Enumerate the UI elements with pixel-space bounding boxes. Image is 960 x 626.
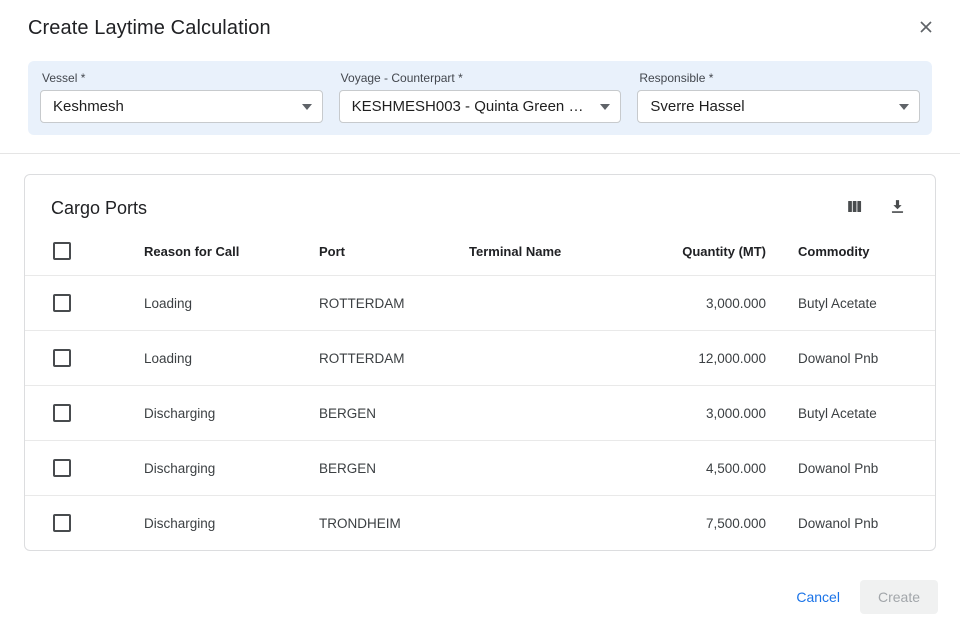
section-divider: [0, 153, 960, 154]
close-button[interactable]: [914, 15, 938, 42]
cell-commodity: Dowanol Pnb: [770, 496, 935, 551]
row-checkbox[interactable]: [53, 459, 71, 477]
responsible-field: Responsible * Sverre Hassel: [637, 69, 920, 123]
cell-terminal: [445, 331, 625, 386]
row-checkbox[interactable]: [53, 294, 71, 312]
cell-terminal: [445, 386, 625, 441]
cell-reason: Discharging: [120, 441, 295, 496]
cell-terminal: [445, 441, 625, 496]
table-row: Discharging BERGEN 4,500.000 Dowanol Pnb: [25, 441, 935, 496]
voyage-counterpart-select[interactable]: KESHMESH003 - Quinta Green Shippi…: [339, 90, 622, 123]
voyage-form-panel: Vessel * Keshmesh Voyage - Counterpart *…: [28, 61, 932, 135]
row-checkbox[interactable]: [53, 514, 71, 532]
dialog-header: Create Laytime Calculation: [0, 0, 960, 55]
cell-quantity: 3,000.000: [625, 386, 770, 441]
row-checkbox[interactable]: [53, 404, 71, 422]
cell-reason: Discharging: [120, 386, 295, 441]
cell-quantity: 3,000.000: [625, 276, 770, 331]
cell-reason: Loading: [120, 331, 295, 386]
vessel-select[interactable]: Keshmesh: [40, 90, 323, 123]
cell-port: BERGEN: [295, 386, 445, 441]
cell-commodity: Butyl Acetate: [770, 386, 935, 441]
voyage-counterpart-value: KESHMESH003 - Quinta Green Shippi…: [352, 98, 601, 115]
download-icon: [888, 197, 907, 219]
chevron-down-icon: [302, 104, 312, 110]
cell-commodity: Butyl Acetate: [770, 276, 935, 331]
cell-commodity: Dowanol Pnb: [770, 441, 935, 496]
cell-reason: Loading: [120, 276, 295, 331]
table-row: Discharging BERGEN 3,000.000 Butyl Aceta…: [25, 386, 935, 441]
cell-port: ROTTERDAM: [295, 276, 445, 331]
chevron-down-icon: [899, 104, 909, 110]
column-header-terminal: Terminal Name: [445, 225, 625, 276]
column-header-reason: Reason for Call: [120, 225, 295, 276]
column-header-port: Port: [295, 225, 445, 276]
table-header-row: Reason for Call Port Terminal Name Quant…: [25, 225, 935, 276]
cell-port: BERGEN: [295, 441, 445, 496]
responsible-value: Sverre Hassel: [650, 98, 752, 115]
table-row: Discharging TRONDHEIM 7,500.000 Dowanol …: [25, 496, 935, 551]
create-laytime-dialog: Create Laytime Calculation Vessel * Kesh…: [0, 0, 960, 551]
responsible-select[interactable]: Sverre Hassel: [637, 90, 920, 123]
cell-terminal: [445, 276, 625, 331]
view-columns-button[interactable]: [843, 195, 866, 221]
table-row: Loading ROTTERDAM 3,000.000 Butyl Acetat…: [25, 276, 935, 331]
cargo-ports-title: Cargo Ports: [51, 198, 147, 219]
cancel-button[interactable]: Cancel: [786, 580, 850, 614]
dialog-footer: Cancel Create: [786, 580, 938, 614]
table-row: Loading ROTTERDAM 12,000.000 Dowanol Pnb: [25, 331, 935, 386]
create-button[interactable]: Create: [860, 580, 938, 614]
cell-quantity: 4,500.000: [625, 441, 770, 496]
cell-port: TRONDHEIM: [295, 496, 445, 551]
column-header-commodity: Commodity: [770, 225, 935, 276]
view-columns-icon: [845, 197, 864, 219]
select-all-checkbox[interactable]: [53, 242, 71, 260]
cell-quantity: 7,500.000: [625, 496, 770, 551]
column-header-quantity: Quantity (MT): [625, 225, 770, 276]
cargo-ports-actions: [843, 195, 909, 221]
vessel-label: Vessel *: [42, 71, 323, 85]
responsible-label: Responsible *: [639, 71, 920, 85]
cargo-ports-card: Cargo Ports: [24, 174, 936, 551]
download-button[interactable]: [886, 195, 909, 221]
cell-commodity: Dowanol Pnb: [770, 331, 935, 386]
cell-port: ROTTERDAM: [295, 331, 445, 386]
cell-reason: Discharging: [120, 496, 295, 551]
voyage-counterpart-label: Voyage - Counterpart *: [341, 71, 622, 85]
cell-terminal: [445, 496, 625, 551]
vessel-field: Vessel * Keshmesh: [40, 69, 323, 123]
cargo-ports-table: Reason for Call Port Terminal Name Quant…: [25, 225, 935, 550]
chevron-down-icon: [600, 104, 610, 110]
vessel-value: Keshmesh: [53, 98, 132, 115]
voyage-counterpart-field: Voyage - Counterpart * KESHMESH003 - Qui…: [339, 69, 622, 123]
close-icon: [916, 17, 936, 40]
dialog-title: Create Laytime Calculation: [28, 17, 271, 40]
cargo-ports-header: Cargo Ports: [25, 175, 935, 225]
row-checkbox[interactable]: [53, 349, 71, 367]
cell-quantity: 12,000.000: [625, 331, 770, 386]
